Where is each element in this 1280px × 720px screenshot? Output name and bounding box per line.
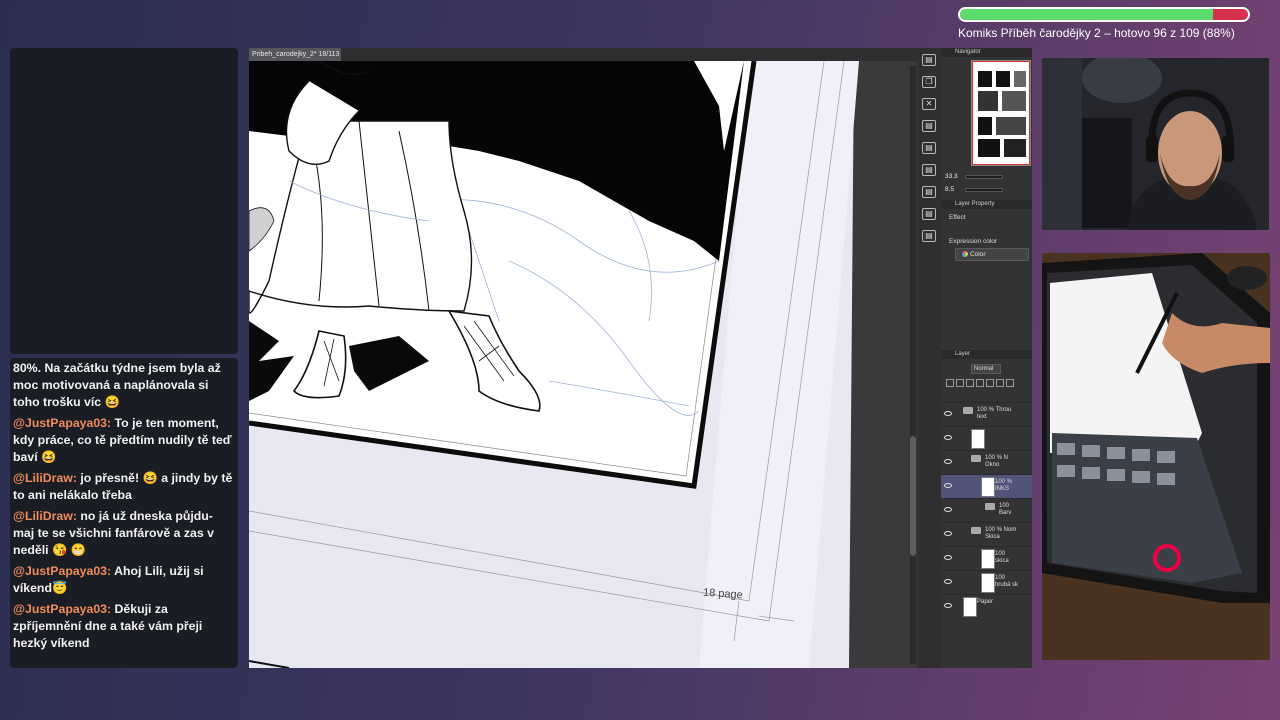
- layer-icon[interactable]: ▤: [922, 230, 936, 242]
- layer-tool-icon[interactable]: [946, 379, 954, 387]
- expression-color-value: Color: [970, 251, 986, 258]
- eye-icon[interactable]: [944, 555, 952, 560]
- layer-icon[interactable]: ▤: [922, 208, 936, 220]
- rotation-slider[interactable]: [965, 188, 1003, 192]
- layer-tool-icon[interactable]: [966, 379, 974, 387]
- copy-icon[interactable]: ❐: [922, 76, 936, 88]
- layer-thumbnail: [971, 429, 985, 449]
- layer-name: 100 hrubá sk: [995, 575, 1019, 588]
- layer-panel-title: Layer: [941, 350, 1032, 359]
- chat-username[interactable]: @LiliDraw:: [13, 509, 77, 523]
- expression-color-select[interactable]: Color: [955, 248, 1029, 261]
- layer-row[interactable]: 100 % Nom Skica: [941, 522, 1032, 546]
- eye-icon[interactable]: [944, 579, 952, 584]
- layer-name: Paper: [977, 599, 994, 605]
- layer-tool-icon[interactable]: [1006, 379, 1014, 387]
- chat-message: @LiliDraw: no já už dneska půjdu- maj te…: [13, 508, 235, 559]
- layer-row[interactable]: 100 % Throu text: [941, 402, 1032, 426]
- panel-icon-strip: ▤ ❐ ✕ ▤ ▤ ▤ ▤ ▤ ▤: [917, 48, 941, 668]
- progress-label: Komiks Příběh čarodějky 2 – hotovo 96 z …: [958, 26, 1235, 40]
- layer-icon[interactable]: ▤: [922, 142, 936, 154]
- layer-row[interactable]: Paper: [941, 594, 1032, 618]
- layer-toolbar: [945, 378, 1031, 400]
- layer-name: 100 % Throu text: [977, 407, 1012, 420]
- chat-message: @JustPapaya03: To je ten moment, kdy prá…: [13, 415, 235, 466]
- color-wheel-icon: [962, 251, 968, 257]
- zoom-value[interactable]: 33.3: [945, 173, 958, 180]
- chat-username[interactable]: @JustPapaya03:: [13, 564, 111, 578]
- layer-name: 100 Barv: [999, 503, 1012, 516]
- artwork[interactable]: [249, 61, 909, 668]
- chat-message: 80%. Na začátku týdne jsem byla až moc m…: [13, 360, 235, 411]
- layer-row[interactable]: 100 skica: [941, 546, 1032, 570]
- folder-icon: [985, 503, 995, 510]
- chat-message: @LiliDraw: jo přesně! 😆 a jindy by tě to…: [13, 470, 235, 504]
- folder-icon: [971, 455, 981, 462]
- zoom-slider[interactable]: [965, 175, 1003, 179]
- layer-row[interactable]: 100 Barv: [941, 498, 1032, 522]
- layer-name: 100 skica: [995, 551, 1009, 564]
- chat-message: @JustPapaya03: Ahoj Lili, užij si víkend…: [13, 563, 235, 597]
- blend-mode-select[interactable]: Normal: [971, 364, 1001, 374]
- eye-icon[interactable]: [944, 435, 952, 440]
- layer-tool-icon[interactable]: [956, 379, 964, 387]
- eye-icon[interactable]: [944, 483, 952, 488]
- progress-bar: [958, 7, 1250, 22]
- progress-fill: [960, 9, 1214, 20]
- navigator-title: Navigator: [941, 48, 1032, 57]
- eye-icon[interactable]: [944, 603, 952, 608]
- canvas-scrollbar[interactable]: [910, 66, 916, 664]
- eye-icon[interactable]: [944, 459, 952, 464]
- layer-row[interactable]: 100 % INKS: [941, 474, 1032, 498]
- layer-icon[interactable]: ▤: [922, 164, 936, 176]
- folder-icon: [963, 407, 973, 414]
- folder-icon: [971, 527, 981, 534]
- layer-row[interactable]: 100 hrubá sk: [941, 570, 1032, 594]
- chat-username[interactable]: @LiliDraw:: [13, 471, 77, 485]
- chat-message: @JustPapaya03: Děkuji za zpříjemnění dne…: [13, 601, 235, 652]
- layer-thumbnail: [963, 597, 977, 617]
- layer-panel: Layer Normal 100 % Throu text 100 % N Okn…: [941, 350, 1032, 668]
- close-icon[interactable]: ✕: [922, 98, 936, 110]
- navigator-view-frame[interactable]: [972, 61, 1030, 165]
- layer-name: 100 % N Okno: [985, 455, 1009, 468]
- expression-color-label: Expression color: [949, 238, 998, 245]
- layer-tool-icon[interactable]: [996, 379, 1004, 387]
- eye-icon[interactable]: [944, 411, 952, 416]
- webcam-placeholder: [10, 48, 238, 354]
- layer-row[interactable]: 100 % N Okno: [941, 450, 1032, 474]
- webcam-tablet-image: [1042, 253, 1270, 660]
- layer-icon[interactable]: ▤: [922, 120, 936, 132]
- chat-username[interactable]: @JustPapaya03:: [13, 416, 111, 430]
- chat-username[interactable]: @JustPapaya03:: [13, 602, 111, 616]
- canvas-tab-bar: [341, 48, 917, 61]
- layer-thumbnail: [981, 549, 995, 569]
- layer-tool-icon[interactable]: [986, 379, 994, 387]
- drawing-canvas[interactable]: Pribeh_carodejky_2* 18/113 18 page: [249, 48, 917, 668]
- layer-tool-icon[interactable]: [976, 379, 984, 387]
- effect-label: Effect: [949, 214, 966, 221]
- webcam-face: [1042, 58, 1269, 230]
- rotation-value[interactable]: 8.5: [945, 186, 954, 193]
- layer-name: 100 % INKS: [995, 479, 1013, 492]
- webcam-tablet: [1042, 253, 1270, 660]
- eye-icon[interactable]: [944, 531, 952, 536]
- side-panels: Navigator 33.3 8.5 Layer Property Effect…: [941, 48, 1032, 668]
- layer-icon[interactable]: ▤: [922, 54, 936, 66]
- canvas-tab[interactable]: Pribeh_carodejky_2* 18/113: [249, 48, 341, 61]
- layer-thumbnail: [981, 573, 995, 593]
- canvas-scroll-thumb[interactable]: [910, 436, 916, 556]
- layer-property-title: Layer Property: [941, 200, 1032, 209]
- layer-name: 100 % Nom Skica: [985, 527, 1017, 540]
- eye-icon[interactable]: [944, 507, 952, 512]
- navigator-preview[interactable]: [971, 60, 1031, 166]
- webcam-face-image: [1042, 58, 1269, 230]
- layer-thumbnail: [981, 477, 995, 497]
- chat-panel: 80%. Na začátku týdne jsem byla až moc m…: [10, 358, 238, 668]
- navigator-panel: Navigator 33.3 8.5: [941, 48, 1032, 198]
- layer-property-panel: Layer Property Effect Expression color C…: [941, 200, 1032, 348]
- layer-icon[interactable]: ▤: [922, 186, 936, 198]
- chat-text: 80%. Na začátku týdne jsem byla až moc m…: [13, 361, 221, 409]
- layer-row[interactable]: [941, 426, 1032, 450]
